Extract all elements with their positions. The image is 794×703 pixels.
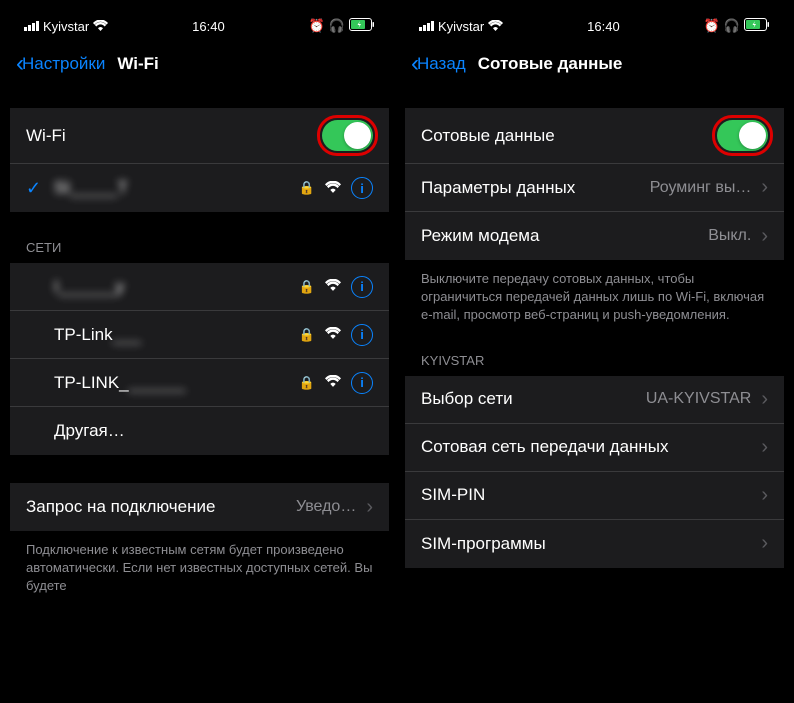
battery-icon xyxy=(349,18,375,34)
lock-icon: 🔒 xyxy=(299,327,315,343)
ask-to-join-value: Уведо… xyxy=(296,498,356,516)
cellular-toggle-row: Сотовые данные xyxy=(405,108,784,164)
status-bar: Kyivstar 16:40 ⏰ 🎧 xyxy=(405,10,784,42)
networks-header: СЕТИ xyxy=(10,240,389,263)
data-options-value: Роуминг вы… xyxy=(650,179,752,197)
nav-bar: ‹ Назад Сотовые данные xyxy=(405,42,784,90)
chevron-right-icon: › xyxy=(761,436,768,459)
back-label: Настройки xyxy=(22,54,105,74)
lock-icon: 🔒 xyxy=(299,180,315,196)
lock-icon: 🔒 xyxy=(299,279,315,295)
network-name: I______y xyxy=(54,277,124,297)
nav-bar: ‹ Настройки Wi-Fi xyxy=(10,42,389,90)
page-title: Сотовые данные xyxy=(478,54,623,74)
network-sel-label: Выбор сети xyxy=(421,389,513,409)
status-bar: Kyivstar 16:40 ⏰ 🎧 xyxy=(10,10,389,42)
wifi-signal-icon xyxy=(325,326,341,343)
network-sel-value: UA-KYIVSTAR xyxy=(646,390,752,408)
network-name: SI_____T xyxy=(54,178,128,198)
other-network-row[interactable]: Другая… xyxy=(10,407,389,455)
back-label: Назад xyxy=(417,54,466,74)
carrier-label: Kyivstar xyxy=(438,19,484,34)
alarm-icon: ⏰ xyxy=(309,18,325,34)
data-options-label: Параметры данных xyxy=(421,178,575,198)
sim-apps-row[interactable]: SIM-программы › xyxy=(405,520,784,568)
wifi-toggle-row: Wi-Fi xyxy=(10,108,389,164)
cellular-label: Сотовые данные xyxy=(421,126,555,146)
back-button[interactable]: ‹ Назад xyxy=(411,52,466,76)
chevron-right-icon: › xyxy=(761,388,768,411)
connected-network-row[interactable]: ✓ SI_____T 🔒 i xyxy=(10,164,389,212)
chevron-right-icon: › xyxy=(366,496,373,519)
cellular-signal-icon xyxy=(24,21,39,31)
chevron-right-icon: › xyxy=(761,176,768,199)
network-name: TP-LINK_TP-LINK_____________ xyxy=(54,373,185,393)
phone-right: Kyivstar 16:40 ⏰ 🎧 ‹ Назад Сотовые данны… xyxy=(405,10,784,693)
clock-label: 16:40 xyxy=(587,19,620,34)
network-row[interactable]: TP-LinkTP-Link______ 🔒 i xyxy=(10,311,389,359)
hotspot-row[interactable]: Режим модема Выкл. › xyxy=(405,212,784,260)
wifi-status-icon xyxy=(93,19,108,34)
network-selection-row[interactable]: Выбор сети UA-KYIVSTAR › xyxy=(405,376,784,424)
info-icon[interactable]: i xyxy=(351,324,373,346)
battery-icon xyxy=(744,18,770,34)
wifi-signal-icon xyxy=(325,374,341,391)
page-title: Wi-Fi xyxy=(117,54,158,74)
network-row[interactable]: TP-LINK_TP-LINK_____________ 🔒 i xyxy=(10,359,389,407)
wifi-signal-icon xyxy=(325,180,341,197)
lock-icon: 🔒 xyxy=(299,375,315,391)
highlight-box xyxy=(317,115,378,156)
carrier-label: Kyivstar xyxy=(43,19,89,34)
footer-text: Подключение к известным сетям будет прои… xyxy=(10,531,389,596)
hotspot-label: Режим модема xyxy=(421,226,539,246)
highlight-box xyxy=(712,115,773,156)
data-options-row[interactable]: Параметры данных Роуминг вы… › xyxy=(405,164,784,212)
checkmark-icon: ✓ xyxy=(26,178,44,199)
network-row[interactable]: I______y 🔒 i xyxy=(10,263,389,311)
cellular-toggle[interactable] xyxy=(717,120,768,151)
cellular-net-label: Сотовая сеть передачи данных xyxy=(421,437,669,457)
info-icon[interactable]: i xyxy=(351,276,373,298)
alarm-icon: ⏰ xyxy=(704,18,720,34)
headphones-icon: 🎧 xyxy=(724,18,740,34)
phone-left: Kyivstar 16:40 ⏰ 🎧 ‹ Настройки Wi-Fi Wi-… xyxy=(10,10,389,693)
sim-pin-row[interactable]: SIM-PIN › xyxy=(405,472,784,520)
wifi-label: Wi-Fi xyxy=(26,126,66,146)
sim-pin-label: SIM-PIN xyxy=(421,485,485,505)
clock-label: 16:40 xyxy=(192,19,225,34)
chevron-right-icon: › xyxy=(761,484,768,507)
ask-to-join-label: Запрос на подключение xyxy=(26,497,215,517)
back-button[interactable]: ‹ Настройки xyxy=(16,52,105,76)
wifi-signal-icon xyxy=(325,278,341,295)
wifi-toggle[interactable] xyxy=(322,120,373,151)
cellular-network-row[interactable]: Сотовая сеть передачи данных › xyxy=(405,424,784,472)
wifi-status-icon xyxy=(488,19,503,34)
info-icon[interactable]: i xyxy=(351,372,373,394)
ask-to-join-row[interactable]: Запрос на подключение Уведо… › xyxy=(10,483,389,531)
hotspot-value: Выкл. xyxy=(708,227,751,245)
info-icon[interactable]: i xyxy=(351,177,373,199)
chevron-right-icon: › xyxy=(761,532,768,555)
footer-text: Выключите передачу сотовых данных, чтобы… xyxy=(405,260,784,325)
network-name: TP-LinkTP-Link______ xyxy=(54,325,141,345)
carrier-section-header: KYIVSTAR xyxy=(405,353,784,376)
sim-apps-label: SIM-программы xyxy=(421,534,546,554)
headphones-icon: 🎧 xyxy=(329,18,345,34)
cellular-signal-icon xyxy=(419,21,434,31)
other-label: Другая… xyxy=(54,421,125,441)
chevron-right-icon: › xyxy=(761,225,768,248)
